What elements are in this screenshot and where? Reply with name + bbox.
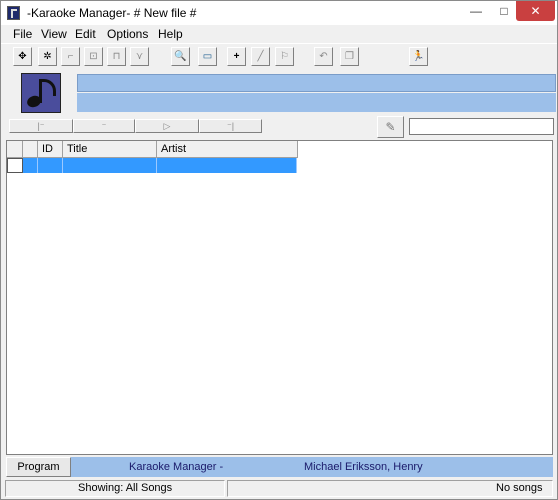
song-info-line-1 xyxy=(77,74,556,92)
menu-help[interactable]: Help xyxy=(158,27,183,41)
first-button[interactable]: |⁻ xyxy=(9,119,73,133)
menu-bar: File View Edit Options Help xyxy=(1,25,557,43)
app-icon[interactable] xyxy=(7,6,20,20)
frame-alt-icon[interactable]: ⊓ xyxy=(107,47,126,66)
menu-file[interactable]: File xyxy=(13,27,32,41)
add-icon[interactable]: + xyxy=(227,47,246,66)
music-note-icon xyxy=(21,73,61,113)
song-table[interactable]: ID Title Artist xyxy=(6,140,553,455)
frame-edit-icon[interactable]: ⊡ xyxy=(84,47,103,66)
status-count: No songs xyxy=(227,480,553,497)
menu-view[interactable]: View xyxy=(41,27,67,41)
pen-icon[interactable]: ✎ xyxy=(377,116,404,138)
flag-icon[interactable]: ⚐ xyxy=(275,47,294,66)
split-icon[interactable]: ⋎ xyxy=(130,47,149,66)
last-button[interactable]: ⁻| xyxy=(199,119,262,133)
tools-icon[interactable]: ✲ xyxy=(38,47,57,66)
row-indicator[interactable] xyxy=(7,158,23,173)
next-button[interactable]: ▷ xyxy=(135,119,199,133)
column-header-title[interactable]: Title xyxy=(63,141,157,158)
column-header-artist[interactable]: Artist xyxy=(157,141,298,158)
monitor-icon[interactable]: ▭ xyxy=(198,47,217,66)
previous-button[interactable]: ⁻ xyxy=(73,119,135,133)
program-info-bar: Karaoke Manager - Michael Eriksson, Henr… xyxy=(71,457,553,477)
minimize-button[interactable]: — xyxy=(463,1,489,21)
maximize-button[interactable]: □ xyxy=(491,1,517,21)
menu-edit[interactable]: Edit xyxy=(75,27,96,41)
search-icon[interactable]: 🔍 xyxy=(171,47,190,66)
program-name: Karaoke Manager - xyxy=(129,461,224,473)
line-icon[interactable]: ╱ xyxy=(251,47,270,66)
toolbar: ✥ ✲ ⌐ ⊡ ⊓ ⋎ 🔍 ▭ + ╱ ⚐ ↶ ❐ 🏃 xyxy=(1,43,557,71)
column-header-blank xyxy=(23,141,38,158)
table-cell-blank[interactable] xyxy=(23,158,38,173)
search-input[interactable] xyxy=(409,118,554,135)
app-window: -Karaoke Manager- # New file # — □ ✕ Fil… xyxy=(0,0,558,500)
open-icon[interactable]: ✥ xyxy=(13,47,32,66)
menu-options[interactable]: Options xyxy=(107,27,148,41)
status-showing: Showing: All Songs xyxy=(5,480,225,497)
column-header-selector[interactable] xyxy=(7,141,23,158)
song-info-line-2 xyxy=(77,93,556,112)
window-title: -Karaoke Manager- # New file # xyxy=(27,6,197,20)
table-cell-artist[interactable] xyxy=(157,158,297,173)
tab-program-info[interactable]: Program Info xyxy=(6,457,71,491)
copy-icon[interactable]: ❐ xyxy=(340,47,359,66)
run-icon[interactable]: 🏃 xyxy=(409,47,428,66)
column-header-id[interactable]: ID xyxy=(38,141,63,158)
program-author: Michael Eriksson, Henry xyxy=(304,461,423,473)
undo-icon[interactable]: ↶ xyxy=(314,47,333,66)
frame-icon[interactable]: ⌐ xyxy=(61,47,80,66)
table-cell-id[interactable] xyxy=(38,158,63,173)
table-cell-title[interactable] xyxy=(63,158,157,173)
title-bar[interactable]: -Karaoke Manager- # New file # — □ ✕ xyxy=(1,1,557,25)
close-button[interactable]: ✕ xyxy=(516,1,555,21)
